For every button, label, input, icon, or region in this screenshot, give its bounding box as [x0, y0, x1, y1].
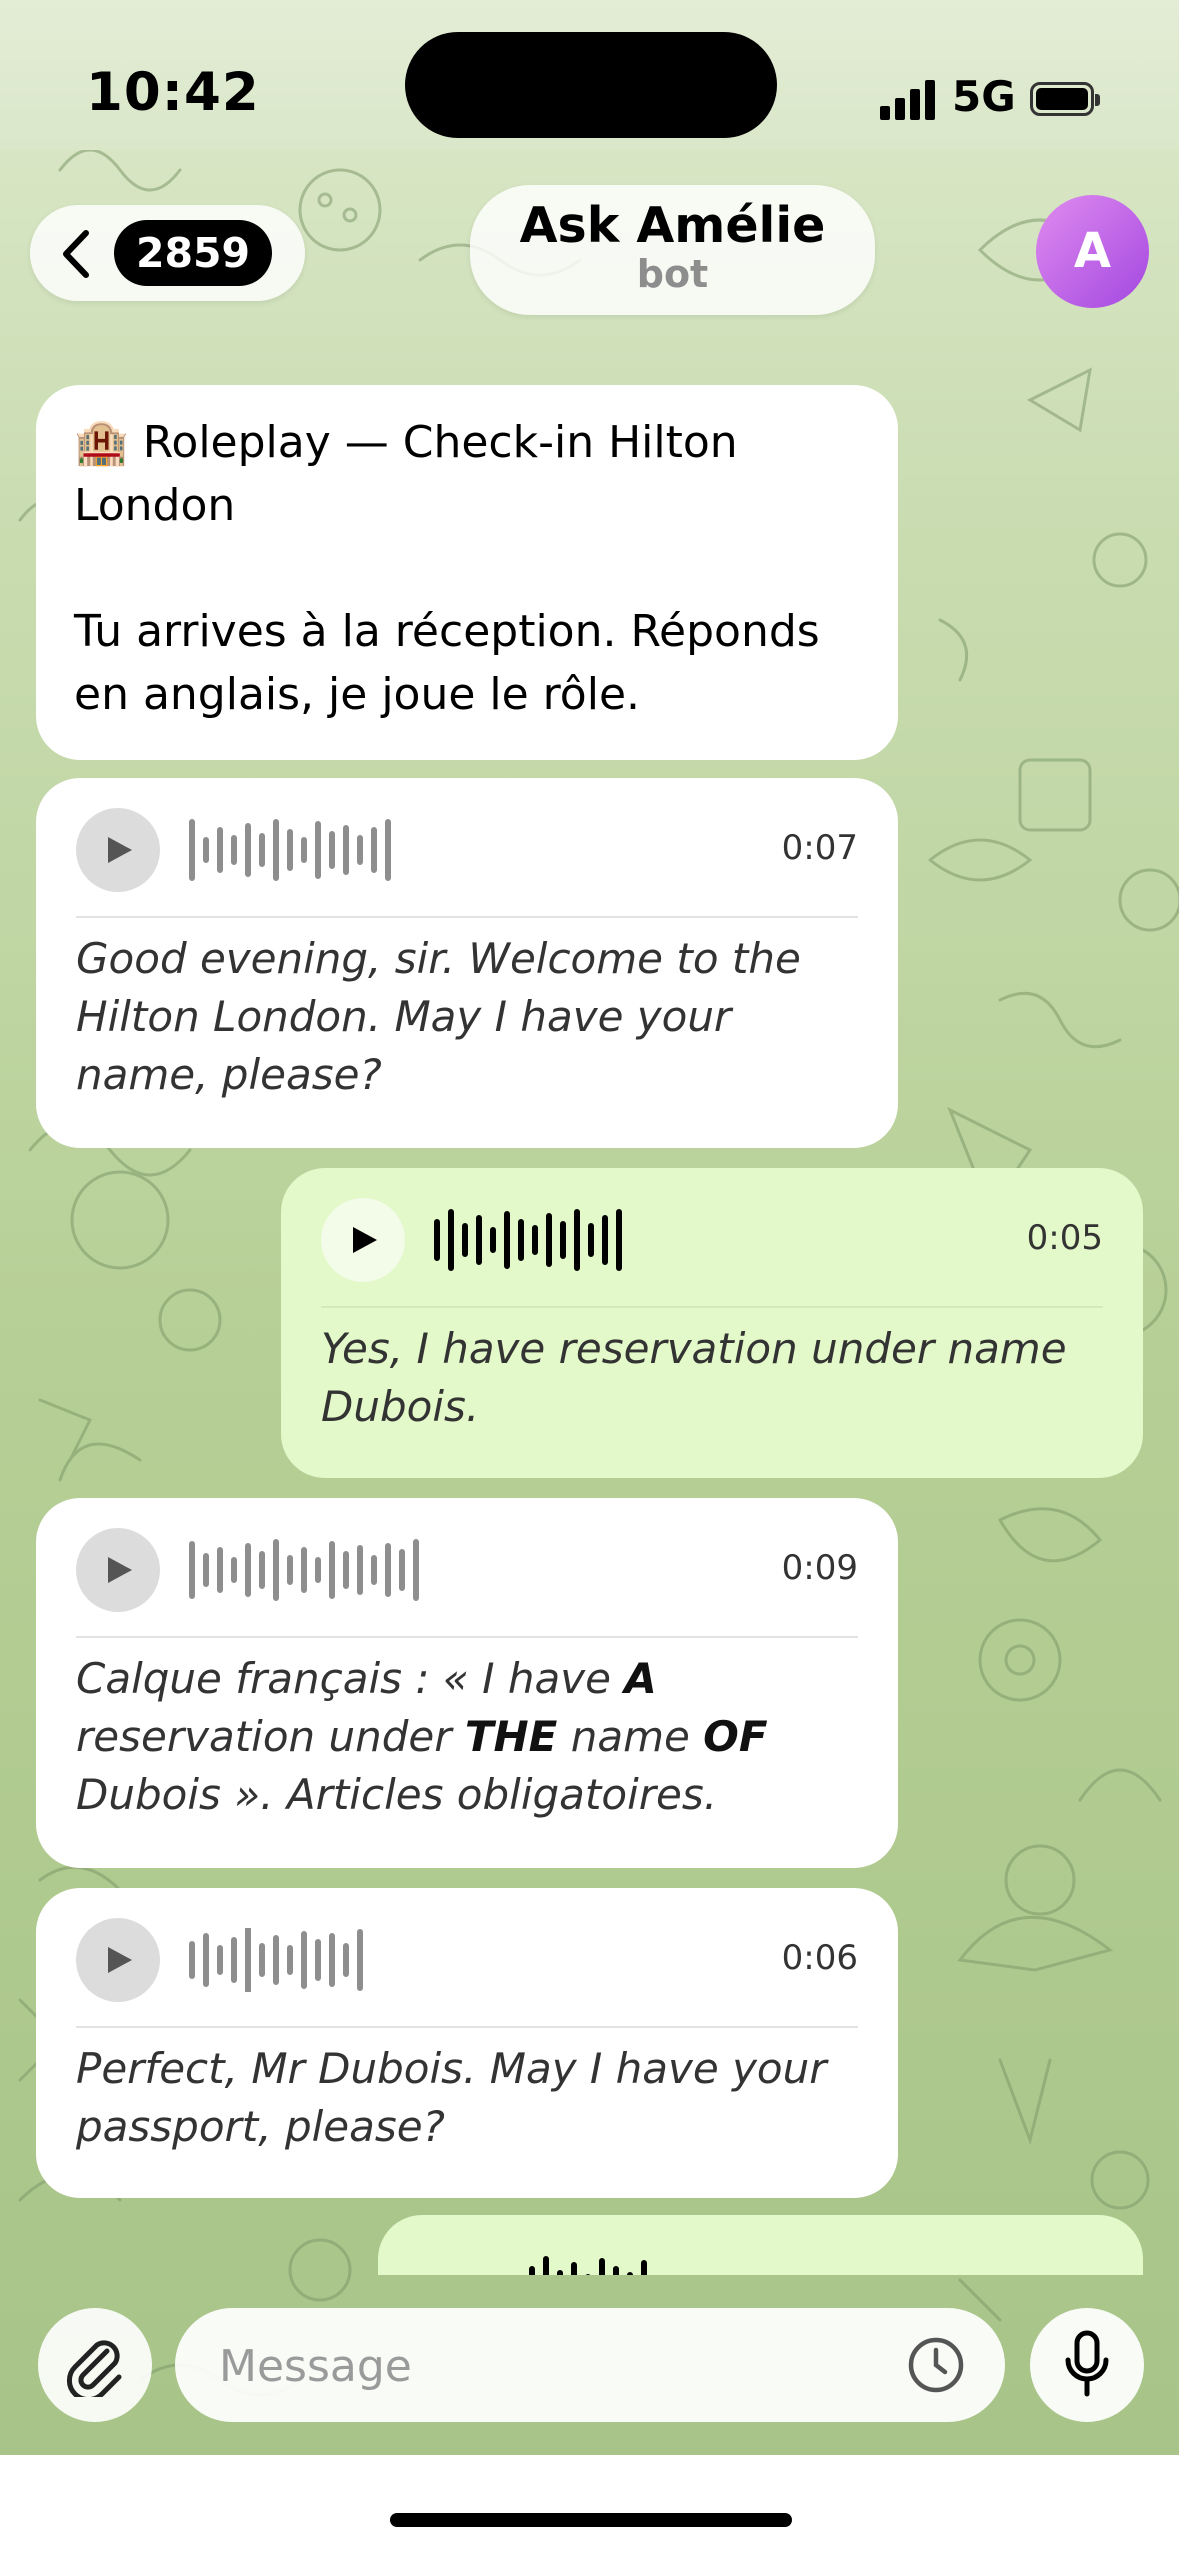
message-composer[interactable]: [175, 2308, 1005, 2422]
play-icon: [108, 837, 132, 863]
voice-duration: 0:09: [781, 1548, 858, 1588]
message-input[interactable]: [217, 2330, 861, 2402]
voice-transcript: Good evening, sir. Welcome to the Hilton…: [76, 934, 801, 1099]
play-button[interactable]: [76, 1528, 160, 1612]
play-button[interactable]: [76, 1918, 160, 2002]
transcript-divider: [321, 1306, 1103, 1308]
voice-message-bubble[interactable]: 0:07 Good evening, sir. Welcome to the H…: [36, 778, 898, 1148]
hotel-emoji-icon: 🏨: [74, 417, 129, 468]
voice-duration: 0:07: [781, 828, 858, 868]
chat-title-pill[interactable]: Ask Amélie bot: [470, 185, 875, 315]
microphone-icon: [1065, 2330, 1109, 2397]
battery-icon: [1030, 82, 1100, 116]
transcript-divider: [76, 2026, 858, 2028]
play-icon: [353, 1227, 377, 1253]
play-button[interactable]: [76, 808, 160, 892]
chat-subtitle: bot: [636, 252, 709, 296]
message-title: Roleplay — Check-in Hilton London: [74, 417, 738, 531]
signal-icon: [880, 78, 936, 120]
play-icon: [108, 1947, 132, 1973]
clock-icon[interactable]: [907, 2336, 965, 2394]
play-button[interactable]: [321, 1198, 405, 1282]
voice-duration: 0:05: [1026, 1218, 1103, 1258]
waveform: [189, 1928, 363, 1992]
status-bar: 10:42 5G: [0, 0, 1179, 150]
avatar[interactable]: A: [1036, 195, 1149, 308]
home-indicator[interactable]: [390, 2513, 792, 2527]
transcript-divider: [76, 1636, 858, 1638]
voice-transcript-correction: Calque français : « I have A reservation…: [76, 1654, 768, 1819]
paperclip-icon: [66, 2340, 122, 2397]
chevron-left-icon: [63, 230, 89, 278]
message-bubble-text[interactable]: 🏨 Roleplay — Check-in Hilton London Tu a…: [36, 385, 898, 760]
voice-message-bubble-outgoing[interactable]: [378, 2215, 1143, 2275]
voice-message-bubble-outgoing[interactable]: 0:05 Yes, I have reservation under name …: [281, 1168, 1143, 1478]
voice-transcript: Yes, I have reservation under name Duboi…: [321, 1324, 1067, 1431]
voice-transcript: Perfect, Mr Dubois. May I have your pass…: [76, 2044, 827, 2151]
voice-duration: 0:06: [781, 1938, 858, 1978]
chat-title: Ask Amélie: [519, 197, 826, 254]
dynamic-island: [405, 32, 777, 138]
message-body: Tu arrives à la réception. Réponds en an…: [74, 606, 820, 720]
attach-button[interactable]: [38, 2308, 152, 2422]
network-type: 5G: [952, 72, 1016, 121]
waveform: [189, 819, 391, 881]
transcript-divider: [76, 916, 858, 918]
status-time: 10:42: [86, 62, 260, 123]
voice-message-bubble[interactable]: 0:09 Calque français : « I have A reserv…: [36, 1498, 898, 1868]
waveform: [529, 2256, 647, 2275]
chat-screen: 10:42 5G 2859 Ask Amélie bot A 🏨 Rolepla…: [0, 0, 1179, 2455]
voice-message-bubble[interactable]: 0:06 Perfect, Mr Dubois. May I have your…: [36, 1888, 898, 2198]
voice-record-button[interactable]: [1030, 2308, 1144, 2422]
unread-count-badge: 2859: [114, 220, 272, 286]
back-button[interactable]: 2859: [30, 205, 305, 301]
play-icon: [108, 1557, 132, 1583]
partial-message-clip: [378, 2215, 1143, 2275]
waveform: [434, 1209, 622, 1271]
waveform: [189, 1539, 419, 1601]
